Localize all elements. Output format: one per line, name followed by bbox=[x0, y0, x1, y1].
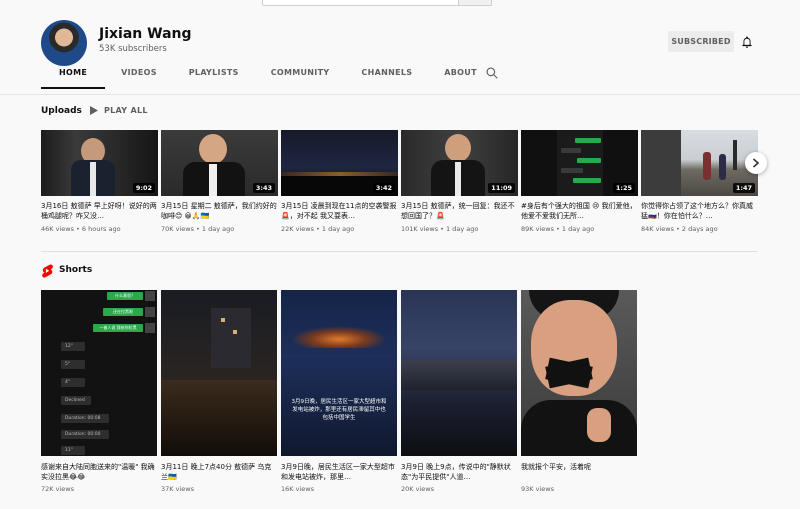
short-thumbnail[interactable]: 3月9日晚，居民生活区一家大型超市和发电站被炸，那里还有居民滞留其中也包括中国学… bbox=[281, 290, 397, 456]
search-icon[interactable] bbox=[485, 66, 499, 80]
tab-channels[interactable]: CHANNELS bbox=[345, 65, 428, 89]
video-card[interactable]: 11:09 3月15日 敖德萨，统一回复：我还不想回国了？🚨 101K view… bbox=[401, 130, 518, 233]
short-title[interactable]: 3月9日 晚上9点，传说中的"静默状态"为平民提供"人道… bbox=[401, 462, 517, 482]
video-thumbnail[interactable]: 1:47 bbox=[641, 130, 758, 196]
short-meta: 37K views bbox=[161, 485, 194, 493]
shorts-icon bbox=[42, 264, 53, 278]
shorts-shelf: 什么意思？ 还在拉黑呢 一被人说 我给你拉黑 12" 5" 4" Decline… bbox=[41, 290, 641, 505]
chat-bubble: Duration: 00:08 bbox=[61, 414, 109, 423]
tab-home[interactable]: HOME bbox=[41, 65, 106, 89]
short-card[interactable]: 3月9日晚，居民生活区一家大型超市和发电站被炸，那里还有居民滞留其中也包括中国学… bbox=[281, 290, 397, 493]
video-card[interactable]: 1:47 你觉得你占领了这个地方么？你真威猛🇷🇺！你在怕什么？… 84K vie… bbox=[641, 130, 758, 233]
video-card[interactable]: 3:43 3月15日 星期二 敖德萨，我们约好的咖啡😊 😀🙏🇺🇦 70K vie… bbox=[161, 130, 278, 233]
video-thumbnail[interactable]: 3:43 bbox=[161, 130, 278, 196]
chevron-right-icon bbox=[752, 158, 760, 168]
play-icon bbox=[90, 106, 98, 115]
short-title[interactable]: 3月11日 晚上7点40分 敖德萨 乌克兰🇺🇦 bbox=[161, 462, 277, 482]
channel-name: Jixian Wang bbox=[99, 26, 192, 42]
video-thumbnail[interactable]: 3:42 bbox=[281, 130, 398, 196]
short-overlay-text: 3月9日晚，居民生活区一家大型超市和发电站被炸，那里还有居民滞留其中也包括中国学… bbox=[291, 399, 387, 421]
video-title[interactable]: 你觉得你占领了这个地方么？你真威猛🇷🇺！你在怕什么？… bbox=[641, 201, 758, 221]
video-card[interactable]: 9:02 3月16日 敖德萨 早上好呀！说好的两桶鸡腿呢？咋又没… 46K vi… bbox=[41, 130, 158, 233]
video-card[interactable]: 1:25 #身后有个强大的祖国 😢 我们爱他，他爱不爱我们无所… 89K vie… bbox=[521, 130, 638, 233]
video-title[interactable]: #身后有个强大的祖国 😢 我们爱他，他爱不爱我们无所… bbox=[521, 201, 638, 221]
short-title[interactable]: 感谢来自大陆同胞送来的"温暖" 我确实没拉黑😂😂 bbox=[41, 462, 157, 482]
shorts-heading[interactable]: Shorts bbox=[59, 265, 92, 275]
video-meta: 70K views • 1 day ago bbox=[161, 225, 235, 233]
subscriber-count: 53K subscribers bbox=[99, 44, 167, 54]
bell-icon[interactable] bbox=[740, 34, 754, 50]
short-card[interactable]: 我就报个平安，活着呢 93K views bbox=[521, 290, 637, 493]
avatar[interactable] bbox=[41, 20, 87, 66]
short-card[interactable]: 3月11日 晚上7点40分 敖德萨 乌克兰🇺🇦 37K views bbox=[161, 290, 277, 493]
video-meta: 101K views • 1 day ago bbox=[401, 225, 479, 233]
short-thumbnail[interactable] bbox=[401, 290, 517, 456]
video-duration: 11:09 bbox=[488, 183, 515, 193]
chat-bubble: 5" bbox=[61, 360, 85, 369]
channel-tabs: HOME VIDEOS PLAYLISTS COMMUNITY CHANNELS… bbox=[41, 65, 493, 89]
video-title[interactable]: 3月15日 星期二 敖德萨，我们约好的咖啡😊 😀🙏🇺🇦 bbox=[161, 201, 278, 221]
video-duration: 3:43 bbox=[252, 183, 275, 193]
video-title[interactable]: 3月15日 凌晨到现在11点的空袭警报🚨，对不起 我又耍表… bbox=[281, 201, 398, 221]
tab-community[interactable]: COMMUNITY bbox=[255, 65, 346, 89]
video-meta: 84K views • 2 days ago bbox=[641, 225, 718, 233]
short-card[interactable]: 什么意思？ 还在拉黑呢 一被人说 我给你拉黑 12" 5" 4" Decline… bbox=[41, 290, 157, 493]
short-thumbnail[interactable] bbox=[521, 290, 637, 456]
chat-bubble: 什么意思？ bbox=[107, 292, 143, 300]
video-title[interactable]: 3月16日 敖德萨 早上好呀！说好的两桶鸡腿呢？咋又没… bbox=[41, 201, 158, 221]
short-card[interactable]: 3月9日 晚上9点，传说中的"静默状态"为平民提供"人道… 20K views bbox=[401, 290, 517, 493]
video-meta: 22K views • 1 day ago bbox=[281, 225, 355, 233]
video-thumbnail[interactable]: 9:02 bbox=[41, 130, 158, 196]
tab-about[interactable]: ABOUT bbox=[428, 65, 493, 89]
short-meta: 16K views bbox=[281, 485, 314, 493]
uploads-heading[interactable]: Uploads bbox=[41, 106, 82, 116]
subscribed-button[interactable]: SUBSCRIBED bbox=[668, 31, 734, 52]
short-meta: 93K views bbox=[521, 485, 554, 493]
short-thumbnail[interactable]: 什么意思？ 还在拉黑呢 一被人说 我给你拉黑 12" 5" 4" Decline… bbox=[41, 290, 157, 456]
video-duration: 9:02 bbox=[132, 183, 155, 193]
section-divider bbox=[41, 251, 757, 252]
tab-playlists[interactable]: PLAYLISTS bbox=[173, 65, 255, 89]
chat-bubble: Declined bbox=[61, 396, 91, 405]
video-title[interactable]: 3月15日 敖德萨，统一回复：我还不想回国了？🚨 bbox=[401, 201, 518, 221]
chat-bubble: Duration: 00:00 bbox=[61, 430, 109, 439]
video-meta: 89K views • 1 day ago bbox=[521, 225, 595, 233]
chat-bubble: 一被人说 我给你拉黑 bbox=[93, 324, 143, 332]
shelf-next-button[interactable] bbox=[745, 152, 767, 174]
video-duration: 3:42 bbox=[372, 183, 395, 193]
play-all-label: PLAY ALL bbox=[104, 106, 148, 115]
video-meta: 46K views • 6 hours ago bbox=[41, 225, 121, 233]
header-divider bbox=[0, 94, 800, 95]
chat-bubble: 4" bbox=[61, 378, 85, 387]
chat-bubble: 还在拉黑呢 bbox=[103, 308, 143, 316]
short-title[interactable]: 3月9日晚，居民生活区一家大型超市和发电站被炸，那里… bbox=[281, 462, 397, 482]
short-meta: 20K views bbox=[401, 485, 434, 493]
short-thumbnail[interactable] bbox=[161, 290, 277, 456]
uploads-shelf: 9:02 3月16日 敖德萨 早上好呀！说好的两桶鸡腿呢？咋又没… 46K vi… bbox=[41, 130, 758, 240]
video-duration: 1:47 bbox=[732, 183, 755, 193]
play-all-button[interactable]: PLAY ALL bbox=[90, 106, 148, 115]
chat-bubble: 12" bbox=[61, 342, 85, 351]
chat-bubble: 11" bbox=[61, 446, 85, 455]
video-thumbnail[interactable]: 11:09 bbox=[401, 130, 518, 196]
short-title[interactable]: 我就报个平安，活着呢 bbox=[521, 462, 637, 482]
video-thumbnail[interactable]: 1:25 bbox=[521, 130, 638, 196]
short-meta: 72K views bbox=[41, 485, 74, 493]
video-duration: 1:25 bbox=[612, 183, 635, 193]
video-card[interactable]: 3:42 3月15日 凌晨到现在11点的空袭警报🚨，对不起 我又耍表… 22K … bbox=[281, 130, 398, 233]
tab-videos[interactable]: VIDEOS bbox=[105, 65, 173, 89]
